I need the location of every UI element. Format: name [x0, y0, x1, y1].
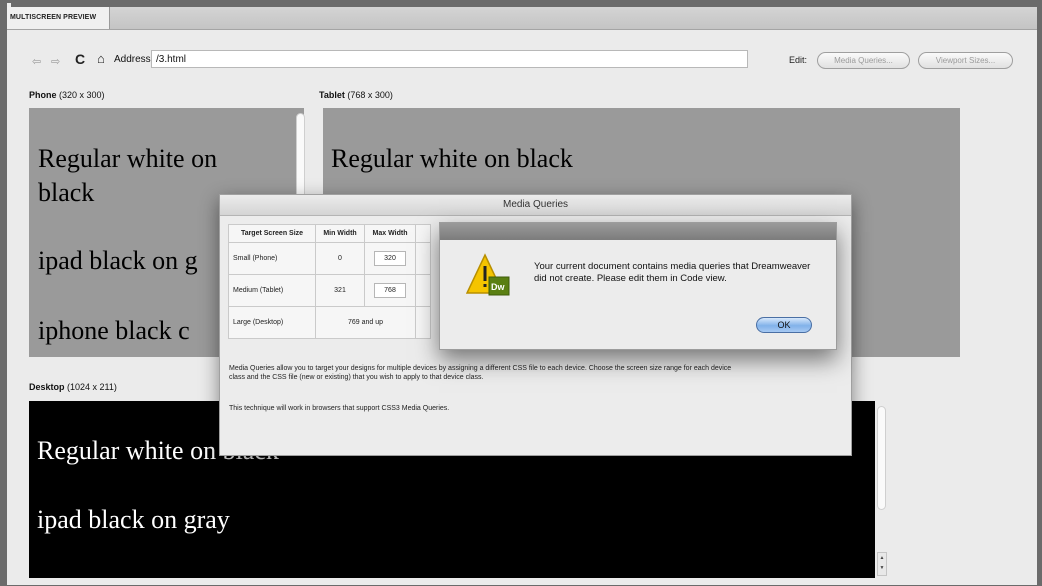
desktop-view-label: Desktop (1024 x 211)	[29, 382, 117, 392]
warning-dreamweaver-icon: Dw	[465, 253, 512, 299]
alert-message: Your current document contains media que…	[534, 261, 811, 284]
phone-view-size: (320 x 300)	[59, 90, 105, 100]
alert-titlebar	[440, 223, 836, 240]
phone-text-line: ipad black on g	[38, 246, 198, 275]
media-queries-button[interactable]: Media Queries...	[817, 52, 910, 69]
row-label: Small (Phone)	[228, 242, 316, 275]
tablet-view-label: Tablet (768 x 300)	[319, 90, 393, 100]
tab-multiscreen-preview[interactable]: MULTISCREEN PREVIEW	[7, 7, 110, 29]
dialog-title: Media Queries	[220, 195, 851, 216]
column-header: Target Screen Size	[228, 224, 316, 243]
max-width-input[interactable]: 768	[374, 283, 406, 298]
edit-label: Edit:	[789, 55, 808, 65]
tablet-view-size: (768 x 300)	[347, 90, 393, 100]
phone-text-line: Regular white on	[38, 144, 218, 173]
row-label: Medium (Tablet)	[228, 274, 316, 307]
table-row: Medium (Tablet) 321 768	[228, 274, 431, 307]
tablet-view-title: Tablet	[319, 90, 345, 100]
desktop-view-title: Desktop	[29, 382, 65, 392]
ok-button[interactable]: OK	[756, 317, 812, 333]
phone-view-label: Phone (320 x 300)	[29, 90, 105, 100]
min-width-value: 0	[315, 242, 365, 275]
phone-view-title: Phone	[29, 90, 57, 100]
back-arrow-icon[interactable]: ⇦	[32, 55, 41, 68]
forward-arrow-icon[interactable]: ⇨	[51, 55, 60, 68]
desktop-scrollbar[interactable]	[877, 406, 886, 510]
phone-text-line: iphone black c	[38, 316, 190, 345]
range-value: 769 and up	[315, 306, 416, 339]
media-queries-table: Target Screen Size Min Width Max Width S…	[228, 224, 431, 339]
table-row: Small (Phone) 0 320	[228, 242, 431, 275]
address-label: Address:	[114, 54, 154, 65]
address-input[interactable]	[151, 50, 748, 68]
column-header: Min Width	[315, 224, 365, 243]
dialog-description: Media Queries allow you to target your d…	[229, 365, 732, 381]
refresh-icon[interactable]: C	[75, 51, 85, 67]
panel-tab-bar: MULTISCREEN PREVIEW	[7, 7, 1037, 30]
scroll-arrows[interactable]: ▲ ▼	[877, 552, 887, 576]
home-icon[interactable]: ⌂	[97, 51, 105, 66]
phone-text-line: black	[38, 178, 95, 207]
tablet-text-line: Regular white on black	[331, 144, 573, 173]
desktop-text-line: ipad black on gray	[37, 505, 230, 534]
max-width-input[interactable]: 320	[374, 251, 406, 266]
viewport-sizes-button[interactable]: Viewport Sizes...	[918, 52, 1013, 69]
table-row: Large (Desktop) 769 and up	[228, 306, 431, 339]
alert-dialog: Dw Your current document contains media …	[439, 222, 837, 350]
min-width-value: 321	[315, 274, 365, 307]
dreamweaver-badge: Dw	[491, 282, 505, 292]
row-label: Large (Desktop)	[228, 306, 316, 339]
desktop-view-size: (1024 x 211)	[67, 382, 117, 392]
column-header: Max Width	[364, 224, 416, 243]
dialog-note: This technique will work in browsers tha…	[229, 405, 450, 412]
